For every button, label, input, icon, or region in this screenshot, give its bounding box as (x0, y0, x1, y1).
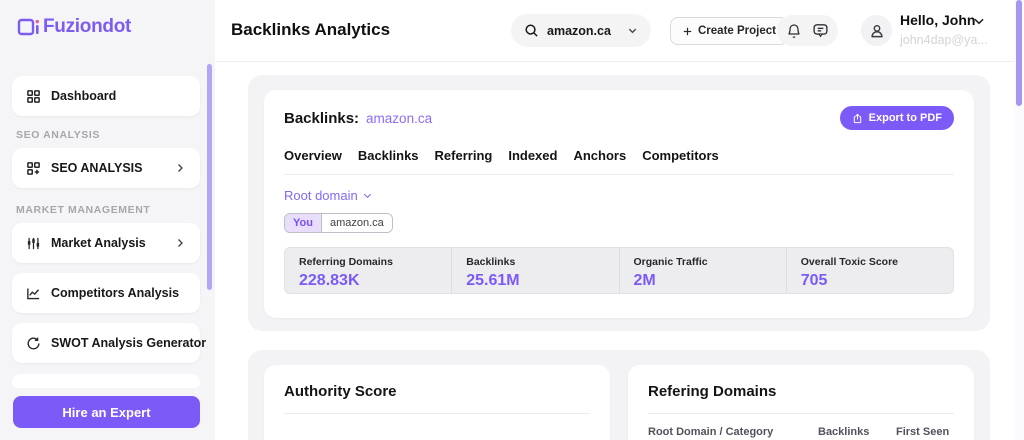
stat-backlinks: Backlinks 25.61M (451, 248, 618, 293)
stat-label: Overall Toxic Score (800, 256, 899, 268)
chip-domain-label: amazon.ca (321, 214, 392, 232)
chip-you-label: You (285, 214, 322, 232)
sidebar-item-swot-generator[interactable]: SWOT Analysis Generator (12, 323, 206, 363)
authority-score-card: Authority Score (264, 365, 610, 440)
tab-competitors[interactable]: Competitors (642, 148, 719, 163)
main-content: Backlinks: amazon.ca Export to PDF Overv… (215, 62, 1024, 440)
user-greeting[interactable]: Hello, John (900, 12, 975, 28)
sidebar-item-label: SWOT Analysis Generator (51, 336, 207, 350)
sidebar-item-competitors-analysis[interactable]: Competitors Analysis (12, 273, 200, 313)
page-scrollbar-thumb[interactable] (1016, 0, 1022, 106)
candlestick-chart-icon (26, 236, 41, 251)
chevron-right-icon (174, 162, 186, 174)
top-header: Backlinks Analytics amazon.ca Create Pro… (215, 0, 1024, 62)
user-email: john4dap@ya... (900, 33, 988, 47)
line-chart-icon (26, 286, 41, 301)
tab-anchors[interactable]: Anchors (573, 148, 626, 163)
messages-icon[interactable] (812, 22, 829, 39)
root-domain-label: Root domain (284, 188, 358, 203)
backlinks-stats-bar: Referring Domains 228.83K Backlinks 25.6… (284, 247, 954, 294)
divider (284, 413, 590, 414)
tab-referring[interactable]: Referring (435, 148, 493, 163)
referring-domains-title: Refering Domains (648, 383, 777, 400)
sidebar-item-dashboard[interactable]: Dashboard (12, 76, 200, 116)
export-pdf-label: Export to PDF (868, 112, 942, 124)
sidebar-section-seo: SEO ANALYSIS (16, 129, 101, 141)
column-backlinks: Backlinks (818, 426, 870, 438)
stat-value: 705 (800, 272, 828, 289)
search-icon (524, 23, 539, 38)
header-icons-group (777, 15, 838, 46)
column-first-seen: First Seen (896, 426, 950, 438)
export-icon (852, 113, 863, 124)
divider (648, 413, 954, 414)
sidebar-section-market: MARKET MANAGEMENT (16, 204, 151, 216)
seo-grid-icon (26, 161, 41, 176)
dashboard-grid-icon (26, 89, 41, 104)
search-domain-value: amazon.ca (547, 23, 611, 38)
sidebar-item-label: Market Analysis (51, 236, 146, 250)
sidebar-item-label: SEO ANALYSIS (51, 161, 143, 175)
fuziondot-logo-icon (16, 15, 40, 39)
referring-domains-card: Refering Domains Root Domain / Category … (628, 365, 974, 440)
stat-label: Referring Domains (299, 256, 393, 268)
sidebar-item-partial[interactable] (12, 374, 200, 388)
sidebar-item-market-analysis[interactable]: Market Analysis (12, 223, 200, 263)
stat-value: 228.83K (299, 272, 360, 289)
authority-score-title: Authority Score (284, 383, 397, 400)
chevron-down-icon[interactable] (972, 14, 986, 28)
create-project-label: Create Project (698, 25, 776, 37)
page-scrollbar-track[interactable] (1014, 0, 1024, 440)
stat-referring-domains: Referring Domains 228.83K (285, 248, 451, 293)
tab-overview[interactable]: Overview (284, 148, 342, 163)
backlinks-card-title: Backlinks: (284, 109, 360, 127)
backlinks-card: Backlinks: amazon.ca Export to PDF Overv… (264, 90, 974, 318)
backlinks-panel: Backlinks: amazon.ca Export to PDF Overv… (248, 75, 990, 331)
stat-value: 2M (633, 272, 656, 289)
tab-indexed[interactable]: Indexed (508, 148, 557, 163)
page-title: Backlinks Analytics (231, 20, 391, 39)
plus-icon (682, 26, 693, 37)
sidebar: Fuziondot Dashboard SEO ANALYSIS SEO ANA… (0, 0, 215, 440)
chevron-down-icon (362, 190, 373, 201)
domain-search-selector[interactable]: amazon.ca (511, 14, 651, 47)
sidebar-item-seo-analysis[interactable]: SEO ANALYSIS (12, 148, 200, 188)
export-pdf-button[interactable]: Export to PDF (839, 106, 954, 130)
referring-table-header: Root Domain / Category Backlinks First S… (648, 426, 954, 438)
tab-backlinks[interactable]: Backlinks (358, 148, 419, 163)
notification-bell-icon[interactable] (786, 23, 802, 39)
stat-toxic-score: Overall Toxic Score 705 (785, 248, 953, 293)
stat-organic-traffic: Organic Traffic 2M (618, 248, 786, 293)
backlinks-tabs: Overview Backlinks Referring Indexed Anc… (284, 148, 954, 175)
backlinks-domain-link[interactable]: amazon.ca (366, 111, 432, 126)
chevron-down-icon (627, 25, 638, 36)
you-domain-chip[interactable]: You amazon.ca (284, 213, 393, 233)
sidebar-item-label: Competitors Analysis (51, 286, 180, 300)
refresh-icon (26, 336, 41, 351)
user-avatar[interactable] (861, 15, 892, 46)
sidebar-item-label: Dashboard (51, 89, 117, 103)
brand-name: Fuziondot (43, 16, 132, 37)
sidebar-scrollbar[interactable] (207, 64, 212, 290)
create-project-button[interactable]: Create Project (670, 17, 788, 45)
brand-logo[interactable]: Fuziondot (16, 15, 131, 39)
chevron-right-icon (174, 237, 186, 249)
column-root-domain: Root Domain / Category (648, 426, 774, 438)
stat-value: 25.61M (466, 272, 520, 289)
stat-label: Backlinks (466, 256, 516, 268)
hire-expert-button[interactable]: Hire an Expert (13, 396, 200, 428)
stat-label: Organic Traffic (633, 256, 708, 268)
lower-panels: Authority Score Refering Domains Root Do… (248, 350, 990, 440)
backlinks-card-header: Backlinks: amazon.ca Export to PDF (284, 106, 954, 130)
root-domain-dropdown[interactable]: Root domain (284, 188, 373, 203)
